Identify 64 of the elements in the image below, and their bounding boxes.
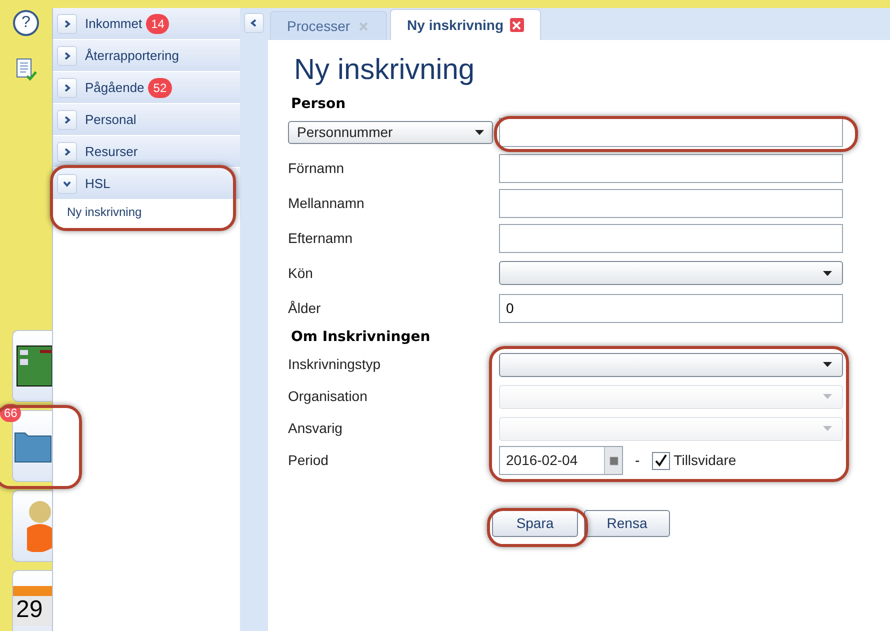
form-button[interactable]: Spara (492, 510, 578, 537)
sidebar-group[interactable]: Resurser (53, 136, 240, 168)
tillsvidare-checkbox[interactable] (652, 452, 670, 470)
caret-icon (823, 270, 832, 276)
section-heading: Person (290, 95, 347, 114)
chevron-right-icon[interactable] (57, 46, 77, 66)
text-field[interactable] (499, 224, 843, 252)
field-label: Efternamn (288, 228, 353, 248)
sidebar-group[interactable]: HSL (53, 168, 240, 200)
field-label: Kön (288, 264, 313, 282)
help-button[interactable]: ? (13, 10, 39, 36)
calendar-icon: 29 (13, 586, 52, 626)
count-badge: 14 (146, 14, 170, 34)
field-label: Organisation (288, 387, 368, 406)
sidebar-item[interactable]: Ny inskrivning (53, 200, 240, 224)
field-label: Inskrivningstyp (288, 355, 381, 374)
chevron-left-icon[interactable] (244, 13, 264, 33)
dropdown-field[interactable] (499, 352, 843, 376)
personnummer-field[interactable] (499, 118, 843, 147)
text-field[interactable] (499, 188, 843, 218)
calendar-button-icon[interactable] (604, 447, 622, 474)
group-label: Inkommet (85, 14, 142, 33)
chevron-right-icon[interactable] (57, 14, 77, 34)
group-label: Personal (85, 110, 136, 129)
caret-icon (823, 394, 832, 399)
section-heading: Om Inskrivningen (290, 328, 432, 347)
page-title: Ny inskrivning (293, 53, 476, 88)
caret-icon (475, 130, 484, 135)
count-badge: 52 (148, 78, 172, 98)
date-field[interactable]: 2016-02-04 (499, 446, 623, 475)
document-check-icon[interactable] (15, 58, 37, 82)
launcher-tile[interactable] (12, 330, 52, 402)
chevron-down-icon[interactable] (57, 174, 77, 194)
form-button[interactable]: Rensa (584, 510, 670, 537)
chevron-right-icon[interactable] (57, 110, 77, 130)
launcher-tile[interactable]: 29 (12, 570, 52, 631)
tab[interactable]: Ny inskrivning (390, 9, 540, 40)
group-label: HSL (85, 174, 110, 193)
sidebar-group[interactable]: Pågående 52 (53, 72, 240, 104)
sidebar-group[interactable]: Återrapportering (53, 40, 240, 72)
board-icon (16, 345, 52, 387)
group-label: Återrapportering (85, 46, 179, 65)
id-type-dropdown[interactable]: Personnummer (288, 121, 493, 144)
chevron-right-icon[interactable] (57, 142, 77, 162)
text-field[interactable]: 0 (499, 294, 843, 322)
tab[interactable]: Processer (270, 11, 388, 40)
field-label: Mellannamn (288, 194, 364, 212)
launcher-tile[interactable] (12, 490, 52, 562)
group-label: Pågående (85, 78, 144, 97)
text-field[interactable] (499, 154, 843, 182)
caret-icon (823, 362, 832, 367)
range-separator: - (635, 451, 640, 470)
field-label: Ansvarig (288, 419, 342, 438)
close-icon[interactable] (510, 18, 524, 32)
checkbox-label: Tillsvidare (674, 451, 736, 470)
field-label: Period (288, 451, 328, 470)
field-label: Ålder (288, 298, 321, 318)
sidebar-group[interactable]: Inkommet 14 (53, 8, 240, 40)
group-label: Resurser (85, 142, 138, 161)
chevron-right-icon[interactable] (57, 78, 77, 98)
dropdown-field[interactable] (499, 261, 843, 285)
field-label: Förnamn (288, 158, 344, 178)
sidebar-group[interactable]: Personal (53, 104, 240, 136)
caret-icon (823, 426, 832, 431)
